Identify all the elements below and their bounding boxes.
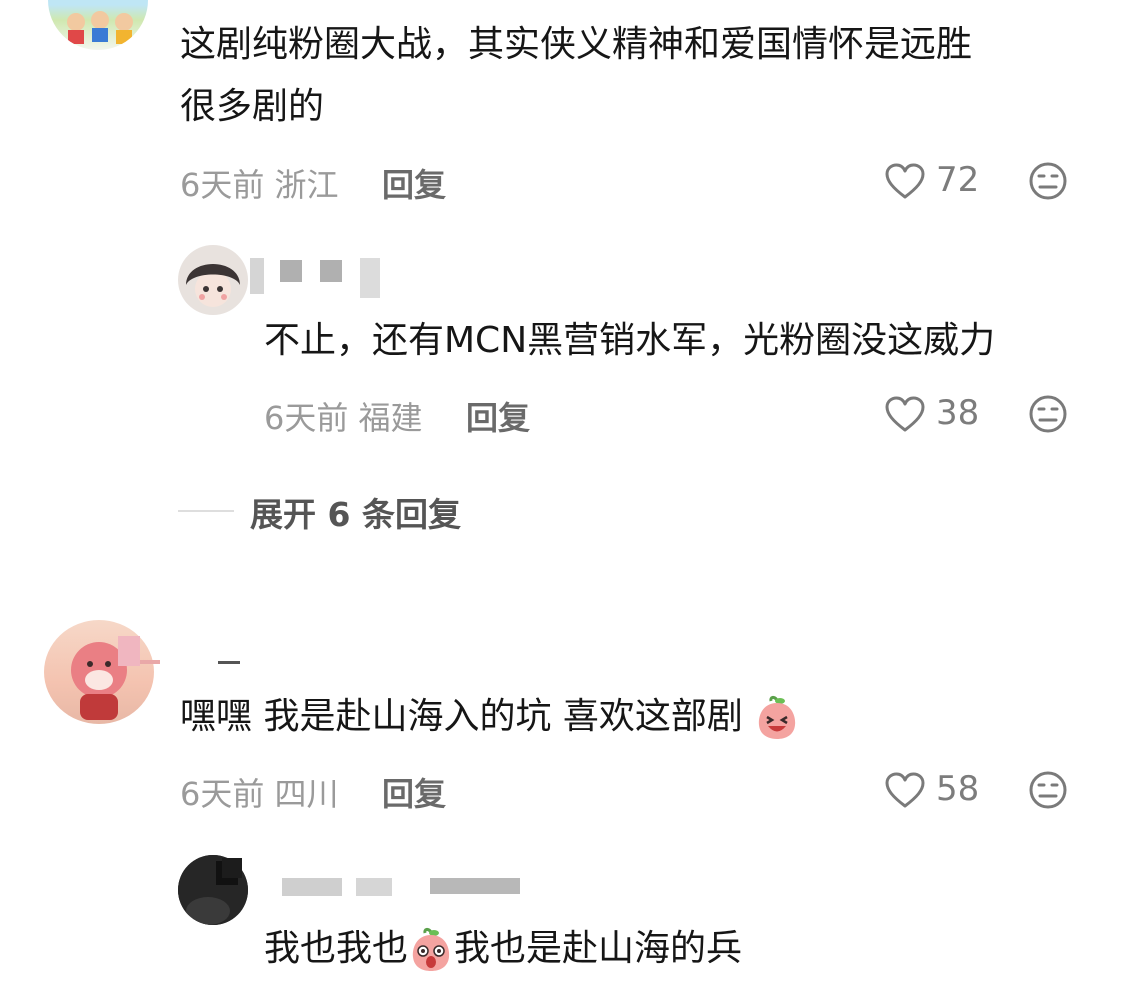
- heart-outline-icon[interactable]: [884, 771, 926, 809]
- divider-line: [178, 510, 234, 512]
- reply-button[interactable]: 回复: [382, 769, 446, 815]
- like-count: 72: [936, 160, 980, 200]
- peach-laugh-emoji: [759, 696, 796, 739]
- avatar[interactable]: [48, 0, 148, 50]
- meh-face-icon[interactable]: [1028, 770, 1068, 810]
- comment-text-content: 嘿嘿 我是赴山海入的坑 喜欢这部剧: [180, 696, 743, 737]
- comment-meta: 6天前 四川: [180, 775, 339, 813]
- like-count: 38: [936, 393, 980, 433]
- comment-text: 这剧纯粉圈大战，其实侠义精神和爱国情怀是远胜: [180, 24, 973, 65]
- reply-button[interactable]: 回复: [466, 393, 530, 439]
- reply-button[interactable]: 回复: [382, 160, 446, 206]
- meh-face-icon[interactable]: [1028, 161, 1068, 201]
- reply-text: 不止，还有MCN黑营销水军，光粉圈没这威力: [264, 320, 996, 361]
- anime-girl-avatar-icon: [186, 264, 240, 307]
- avatar[interactable]: [178, 245, 248, 315]
- comment-text: 很多剧的: [180, 86, 325, 127]
- cartoon-kids-avatar-icon: [67, 11, 133, 44]
- reply-text-a: 我也我也: [264, 928, 409, 969]
- comment-meta: 6天前 福建: [264, 399, 423, 437]
- peach-surprised-emoji: [412, 928, 450, 971]
- reply-text-b: 我也是赴山海的兵: [454, 928, 743, 969]
- meh-face-icon[interactable]: [1028, 394, 1068, 434]
- comment-text: 嘿嘿 我是赴山海入的坑 喜欢这部剧: [180, 694, 800, 741]
- expand-replies-label[interactable]: 展开 6 条回复: [250, 488, 461, 536]
- heart-outline-icon[interactable]: [884, 395, 926, 433]
- reply-text: 我也我也 我也是赴山海的兵: [264, 926, 742, 973]
- comment-meta: 6天前 浙江: [180, 166, 339, 204]
- like-count: 58: [936, 769, 980, 809]
- heart-outline-icon[interactable]: [884, 162, 926, 200]
